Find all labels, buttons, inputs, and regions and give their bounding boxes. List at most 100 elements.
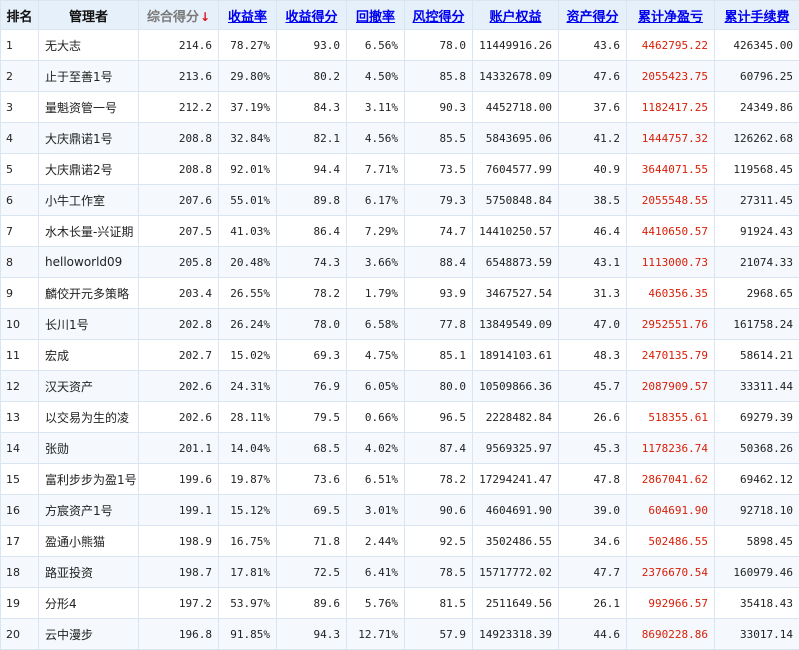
cell-total-score: 214.6 <box>139 30 219 61</box>
header-drawdown[interactable]: 回撤率 <box>347 1 405 30</box>
header-return-score[interactable]: 收益得分 <box>277 1 347 30</box>
cell-return-rate: 41.03% <box>219 216 277 247</box>
cell-risk-score: 73.5 <box>405 154 473 185</box>
cell-return-score: 86.4 <box>277 216 347 247</box>
cell-manager-name: 水木长量-兴证期 <box>39 216 139 247</box>
cell-risk-score: 78.5 <box>405 557 473 588</box>
cell-asset-score: 44.6 <box>559 619 627 650</box>
cell-drawdown: 6.17% <box>347 185 405 216</box>
cell-net-pnl: 3644071.55 <box>627 154 715 185</box>
cell-equity: 5750848.84 <box>473 185 559 216</box>
cell-total-score: 199.1 <box>139 495 219 526</box>
sort-desc-arrow-icon: ↓ <box>200 10 210 24</box>
cell-asset-score: 34.6 <box>559 526 627 557</box>
cell-fees: 126262.68 <box>715 123 799 154</box>
cell-risk-score: 74.7 <box>405 216 473 247</box>
header-drawdown-link[interactable]: 回撤率 <box>356 10 395 25</box>
header-fees[interactable]: 累计手续费 <box>715 1 799 30</box>
cell-fees: 24349.86 <box>715 92 799 123</box>
cell-return-rate: 37.19% <box>219 92 277 123</box>
cell-manager-name: 止于至善1号 <box>39 61 139 92</box>
cell-return-score: 78.0 <box>277 309 347 340</box>
cell-net-pnl: 2867041.62 <box>627 464 715 495</box>
cell-rank: 8 <box>1 247 39 278</box>
cell-manager-name: 盈通小熊猫 <box>39 526 139 557</box>
cell-drawdown: 2.44% <box>347 526 405 557</box>
header-equity-link[interactable]: 账户权益 <box>489 10 541 25</box>
cell-drawdown: 4.75% <box>347 340 405 371</box>
cell-return-score: 94.4 <box>277 154 347 185</box>
cell-return-rate: 91.85% <box>219 619 277 650</box>
cell-equity: 17294241.47 <box>473 464 559 495</box>
cell-total-score: 213.6 <box>139 61 219 92</box>
cell-equity: 10509866.36 <box>473 371 559 402</box>
cell-total-score: 202.6 <box>139 371 219 402</box>
cell-total-score: 202.8 <box>139 309 219 340</box>
header-manager: 管理者 <box>39 1 139 30</box>
cell-manager-name: 大庆鼎诺2号 <box>39 154 139 185</box>
cell-net-pnl: 518355.61 <box>627 402 715 433</box>
cell-total-score: 207.6 <box>139 185 219 216</box>
table-row: 3量魁资管一号212.237.19%84.33.11%90.34452718.0… <box>1 92 799 123</box>
cell-manager-name: 麟佼开元多策略 <box>39 278 139 309</box>
cell-risk-score: 78.2 <box>405 464 473 495</box>
cell-rank: 18 <box>1 557 39 588</box>
header-net-pnl[interactable]: 累计净盈亏 <box>627 1 715 30</box>
header-equity[interactable]: 账户权益 <box>473 1 559 30</box>
table-row: 13以交易为生的凌202.628.11%79.50.66%96.52228482… <box>1 402 799 433</box>
header-asset-score-link[interactable]: 资产得分 <box>566 10 618 25</box>
cell-risk-score: 79.3 <box>405 185 473 216</box>
cell-risk-score: 85.1 <box>405 340 473 371</box>
cell-drawdown: 4.50% <box>347 61 405 92</box>
header-risk-score[interactable]: 风控得分 <box>405 1 473 30</box>
cell-equity: 14923318.39 <box>473 619 559 650</box>
cell-net-pnl: 2376670.54 <box>627 557 715 588</box>
cell-net-pnl: 604691.90 <box>627 495 715 526</box>
cell-manager-name: 无大志 <box>39 30 139 61</box>
cell-manager-name: 富利步步为盈1号 <box>39 464 139 495</box>
header-return-score-link[interactable]: 收益得分 <box>285 10 337 25</box>
cell-return-score: 74.3 <box>277 247 347 278</box>
cell-net-pnl: 1178236.74 <box>627 433 715 464</box>
cell-total-score: 205.8 <box>139 247 219 278</box>
header-asset-score[interactable]: 资产得分 <box>559 1 627 30</box>
header-total-score[interactable]: 综合得分↓ <box>139 1 219 30</box>
cell-risk-score: 77.8 <box>405 309 473 340</box>
cell-return-rate: 15.02% <box>219 340 277 371</box>
cell-net-pnl: 4410650.57 <box>627 216 715 247</box>
cell-drawdown: 3.66% <box>347 247 405 278</box>
cell-asset-score: 26.1 <box>559 588 627 619</box>
cell-net-pnl: 4462795.22 <box>627 30 715 61</box>
cell-drawdown: 4.02% <box>347 433 405 464</box>
header-total-score-link[interactable]: 综合得分 <box>147 10 199 25</box>
cell-drawdown: 0.66% <box>347 402 405 433</box>
cell-net-pnl: 502486.55 <box>627 526 715 557</box>
cell-total-score: 202.7 <box>139 340 219 371</box>
cell-return-score: 79.5 <box>277 402 347 433</box>
cell-total-score: 207.5 <box>139 216 219 247</box>
table-row: 2止于至善1号213.629.80%80.24.50%85.814332678.… <box>1 61 799 92</box>
cell-fees: 27311.45 <box>715 185 799 216</box>
header-risk-score-link[interactable]: 风控得分 <box>412 10 464 25</box>
cell-total-score: 202.6 <box>139 402 219 433</box>
cell-fees: 160979.46 <box>715 557 799 588</box>
table-row: 7水木长量-兴证期207.541.03%86.47.29%74.71441025… <box>1 216 799 247</box>
header-return-rate-link[interactable]: 收益率 <box>228 10 267 25</box>
cell-total-score: 198.9 <box>139 526 219 557</box>
cell-return-rate: 24.31% <box>219 371 277 402</box>
cell-return-score: 68.5 <box>277 433 347 464</box>
header-fees-link[interactable]: 累计手续费 <box>724 10 789 25</box>
cell-rank: 2 <box>1 61 39 92</box>
table-row: 15富利步步为盈1号199.619.87%73.66.51%78.2172942… <box>1 464 799 495</box>
cell-equity: 4452718.00 <box>473 92 559 123</box>
cell-drawdown: 4.56% <box>347 123 405 154</box>
cell-total-score: 198.7 <box>139 557 219 588</box>
header-return-rate[interactable]: 收益率 <box>219 1 277 30</box>
cell-return-rate: 29.80% <box>219 61 277 92</box>
cell-manager-name: 云中漫步 <box>39 619 139 650</box>
cell-manager-name: 宏成 <box>39 340 139 371</box>
cell-equity: 14410250.57 <box>473 216 559 247</box>
cell-manager-name: 量魁资管一号 <box>39 92 139 123</box>
header-net-pnl-link[interactable]: 累计净盈亏 <box>638 10 703 25</box>
cell-asset-score: 31.3 <box>559 278 627 309</box>
